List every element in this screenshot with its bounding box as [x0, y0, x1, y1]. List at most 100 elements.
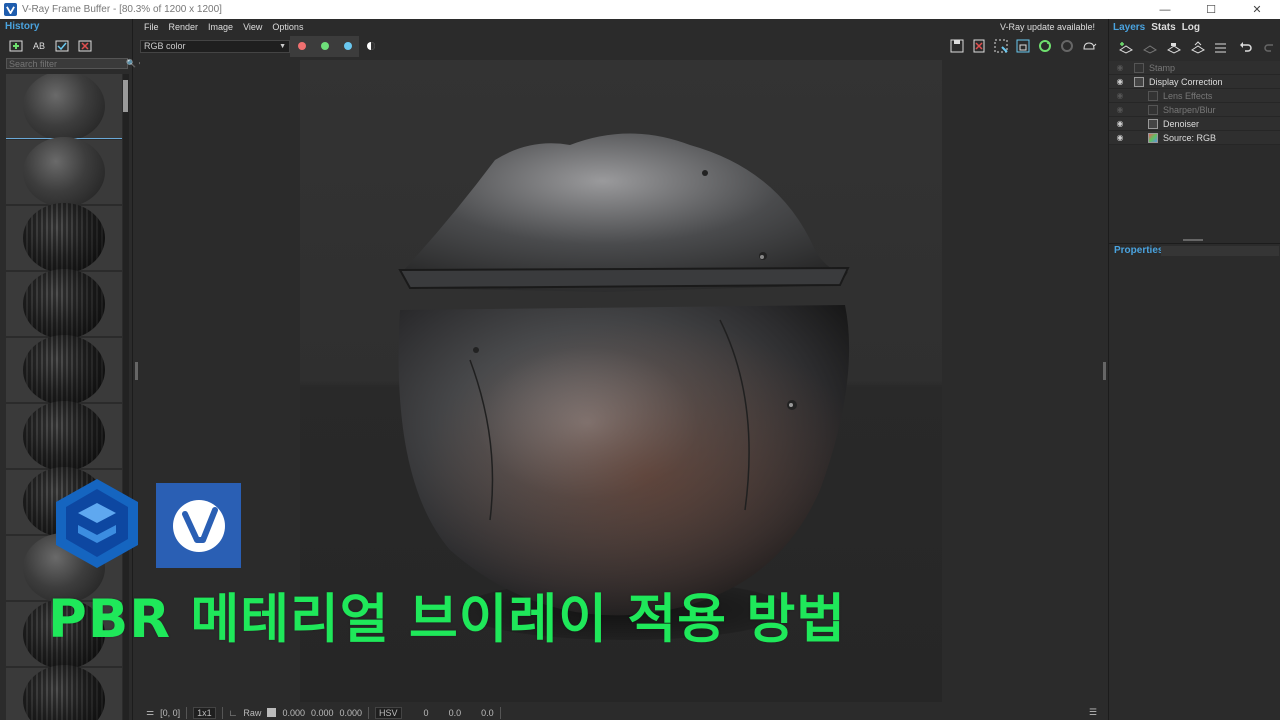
r-value: 0.000 — [282, 707, 305, 718]
load-history-icon[interactable] — [54, 38, 71, 53]
menu-render[interactable]: Render — [169, 22, 199, 32]
right-panel-tabs: Layers Stats Log — [1109, 19, 1280, 35]
eye-icon[interactable]: ◉ — [1112, 63, 1128, 72]
eye-icon[interactable]: ◉ — [1112, 133, 1128, 142]
menu-image[interactable]: Image — [208, 22, 233, 32]
alpha-channel-button[interactable] — [359, 35, 382, 57]
coords-readout: [0, 0] — [160, 707, 181, 718]
ab-compare-icon[interactable]: AB — [31, 38, 48, 53]
alpha-icon — [366, 42, 375, 50]
left-splitter-handle[interactable] — [135, 362, 138, 380]
b-value: 0.000 — [339, 707, 363, 718]
render-teapot-icon[interactable] — [1080, 39, 1097, 54]
history-thumbnail[interactable] — [6, 74, 122, 141]
remove-layer-icon[interactable] — [1141, 40, 1158, 55]
menu-file[interactable]: File — [144, 22, 159, 32]
color-mode-select[interactable]: HSV — [375, 706, 402, 719]
layer-list-icon[interactable] — [1213, 40, 1230, 55]
tab-stats[interactable]: Stats — [1151, 22, 1175, 33]
window-titlebar: V-Ray Frame Buffer - [80.3% of 1200 x 12… — [0, 0, 1280, 19]
history-thumbnail[interactable] — [6, 203, 122, 273]
red-channel-button[interactable] — [290, 35, 313, 57]
h-value: 0 — [423, 707, 429, 718]
load-layers-icon[interactable] — [1189, 40, 1206, 55]
stamp-layer-icon — [1134, 62, 1144, 73]
s-value: 0.0 — [448, 707, 462, 718]
g-value: 0.000 — [310, 707, 334, 718]
history-thumbnail[interactable] — [6, 665, 122, 720]
red-dot-icon — [297, 42, 306, 50]
layer-label: Display Correction — [1149, 76, 1223, 87]
coords-icon[interactable]: ⚌ — [146, 707, 154, 718]
source-rgb-icon — [1148, 132, 1158, 143]
eye-icon[interactable]: ◉ — [1112, 119, 1128, 128]
redo-icon[interactable] — [1261, 40, 1278, 55]
history-toolbar: AB — [0, 34, 132, 56]
layer-row-sharpen-blur[interactable]: ◉ Sharpen/Blur — [1109, 103, 1280, 117]
layer-label: Lens Effects — [1163, 90, 1213, 101]
menu-bar: File Render Image View Options V-Ray upd… — [140, 19, 1103, 35]
maximize-icon[interactable]: ☐ — [1188, 0, 1234, 19]
vray-app-icon — [4, 3, 17, 16]
tab-log[interactable]: Log — [1182, 22, 1200, 33]
undo-icon[interactable] — [1237, 40, 1254, 55]
layer-row-lens-effects[interactable]: ◉ Lens Effects — [1109, 89, 1280, 103]
history-thumbnail[interactable] — [6, 137, 122, 207]
channel-select-value: RGB color — [144, 41, 186, 51]
update-notice[interactable]: V-Ray update available! — [1000, 22, 1095, 32]
blue-channel-button[interactable] — [336, 35, 359, 57]
right-splitter-handle[interactable] — [1103, 362, 1106, 380]
minimize-icon[interactable]: — — [1142, 0, 1188, 19]
green-dot-icon — [320, 42, 329, 50]
eye-icon[interactable]: ◉ — [1112, 77, 1128, 86]
eye-icon[interactable]: ◉ — [1112, 91, 1128, 100]
window-title: V-Ray Frame Buffer - [80.3% of 1200 x 12… — [22, 4, 222, 15]
history-thumbnail[interactable] — [6, 401, 122, 471]
history-thumbnail[interactable] — [6, 335, 122, 405]
search-icon[interactable]: 🔍 — [126, 59, 136, 68]
layer-label: Denoiser — [1163, 118, 1200, 129]
menu-view[interactable]: View — [243, 22, 262, 32]
blue-dot-icon — [343, 42, 352, 50]
interactive-render-icon[interactable] — [1058, 39, 1075, 54]
close-icon[interactable]: ✕ — [1234, 0, 1280, 19]
video-title-overlay: PBR 메테리얼 브이레이 적용 방법 — [48, 589, 846, 650]
status-bar: ⚌ [0, 0] 1x1 ∟ Raw 0.000 0.000 0.000 HSV… — [140, 705, 1103, 720]
layer-row-stamp[interactable]: ◉ Stamp — [1109, 61, 1280, 75]
eye-icon[interactable]: ◉ — [1112, 105, 1128, 114]
history-title: History — [5, 21, 40, 32]
sketchup-logo — [52, 475, 142, 570]
save-image-icon[interactable] — [948, 39, 965, 54]
layer-row-source-rgb[interactable]: ◉ Source: RGB — [1109, 131, 1280, 145]
sharpen-blur-icon — [1148, 104, 1158, 115]
menu-options[interactable]: Options — [272, 22, 303, 32]
layer-row-denoiser[interactable]: ◉ Denoiser — [1109, 117, 1280, 131]
save-layers-icon[interactable] — [1165, 40, 1182, 55]
track-mouse-icon[interactable] — [1014, 39, 1031, 54]
save-to-history-icon[interactable] — [8, 38, 25, 53]
history-search[interactable]: 🔍 ▾ — [6, 58, 142, 69]
curve-icon[interactable]: ∟ — [229, 708, 238, 718]
region-render-icon[interactable] — [992, 39, 1009, 54]
tab-layers[interactable]: Layers — [1113, 22, 1145, 33]
layer-label: Stamp — [1149, 62, 1176, 73]
menu-lines-icon[interactable]: ☰ — [1089, 707, 1097, 718]
search-filter-input[interactable] — [9, 59, 126, 68]
clear-image-icon[interactable] — [970, 39, 987, 54]
history-thumbnail[interactable] — [6, 269, 122, 339]
layer-row-display-correction[interactable]: ◉ Display Correction — [1109, 75, 1280, 89]
color-swatch — [267, 708, 277, 717]
sampling-select[interactable]: 1x1 — [193, 706, 216, 719]
remove-history-icon[interactable] — [77, 38, 94, 53]
display-correction-icon — [1134, 76, 1144, 87]
add-layer-icon[interactable] — [1117, 40, 1134, 55]
v-value: 0.0 — [481, 707, 494, 718]
layer-label: Source: RGB — [1163, 132, 1217, 143]
layer-list: ◉ Stamp ◉ Display Correction ◉ Lens Effe… — [1109, 61, 1280, 145]
refresh-render-icon[interactable] — [1036, 39, 1053, 54]
channel-select[interactable]: RGB color ▼ — [140, 39, 290, 53]
panel-splitter-handle[interactable] — [1183, 239, 1203, 241]
green-channel-button[interactable] — [313, 35, 336, 57]
layer-label: Sharpen/Blur — [1163, 104, 1216, 115]
render-toolbar: RGB color ▼ — [140, 35, 1103, 57]
